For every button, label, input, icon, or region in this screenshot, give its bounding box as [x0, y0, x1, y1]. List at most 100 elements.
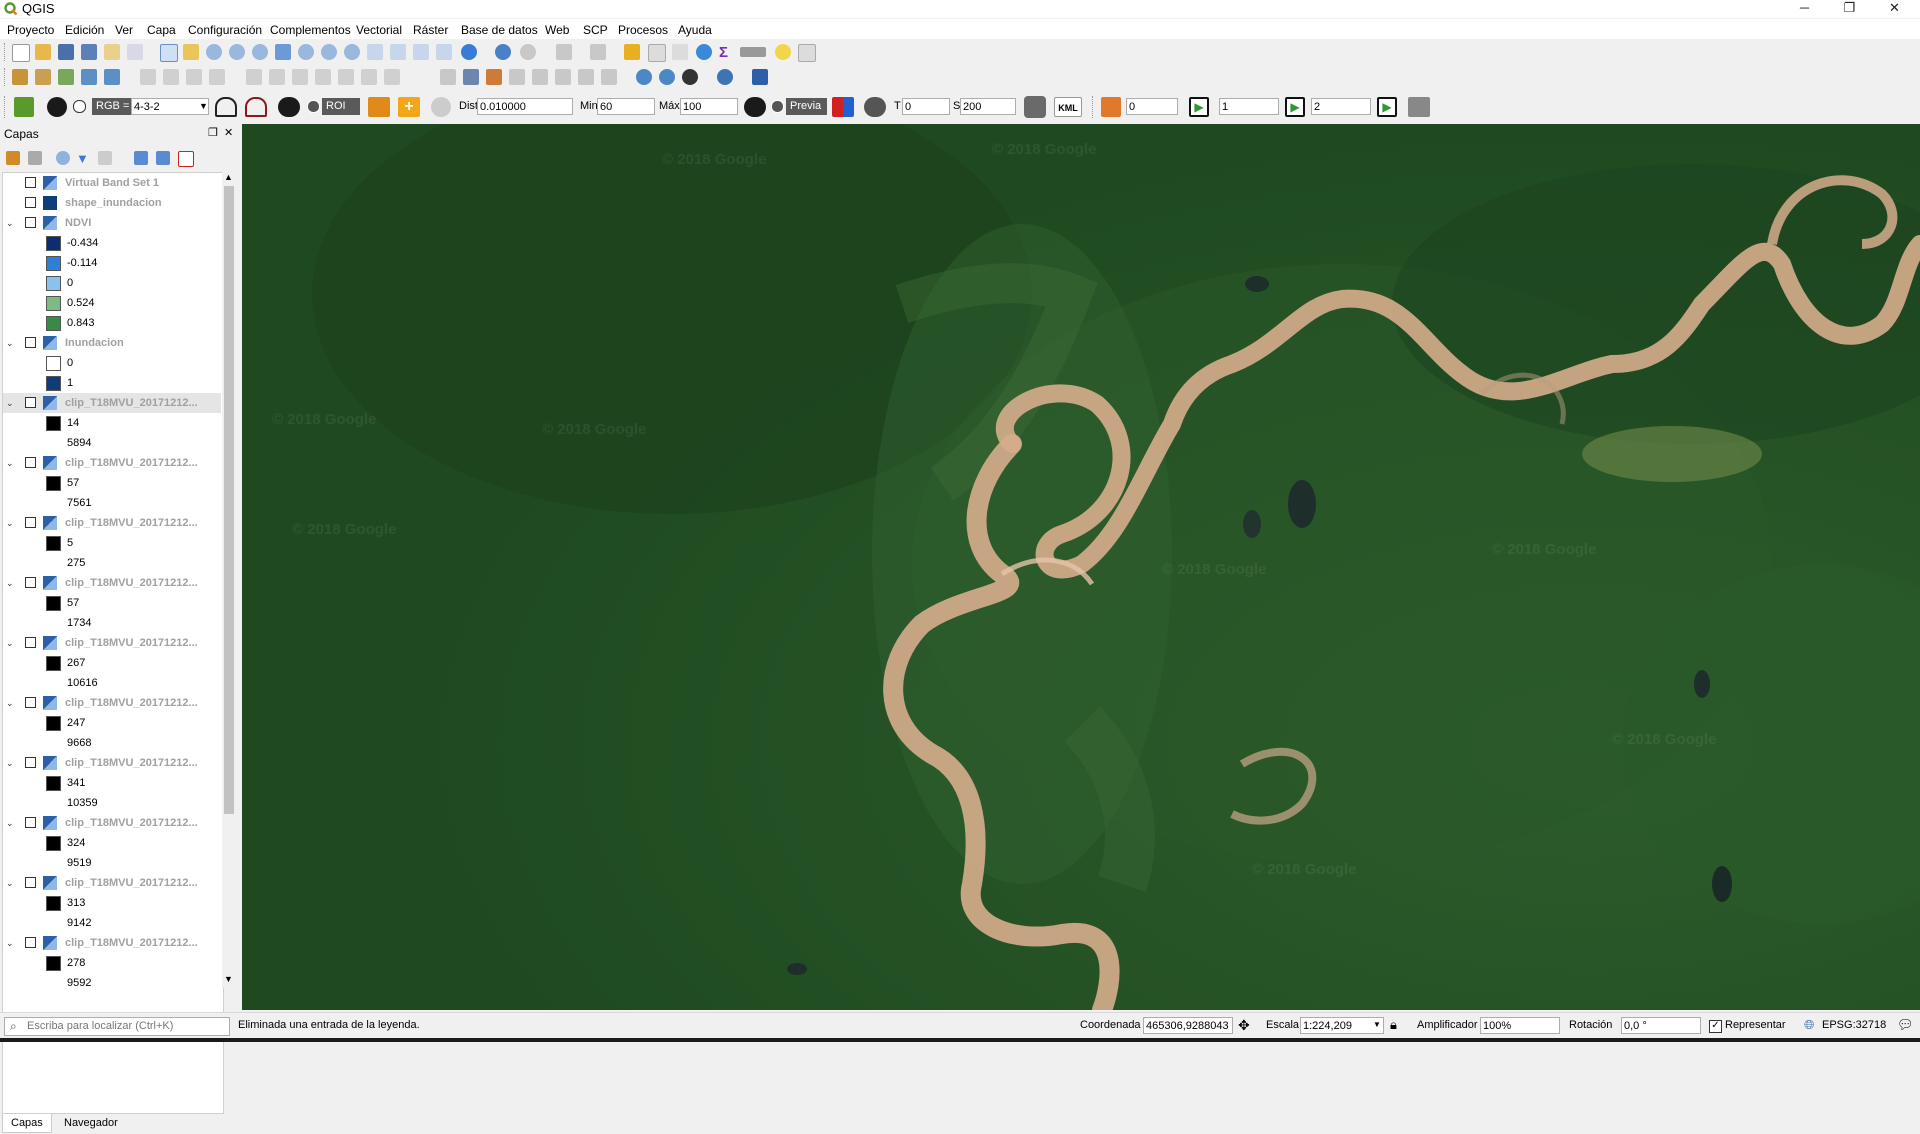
scrollbar-thumb[interactable] — [224, 186, 234, 814]
rgb-combo[interactable]: 4-3-2 — [131, 98, 209, 115]
chevron-down-icon[interactable]: ⌄ — [6, 633, 16, 653]
delete-selected-icon[interactable] — [246, 69, 262, 85]
layer-visibility-checkbox[interactable] — [25, 937, 36, 948]
new-project-icon[interactable] — [12, 44, 30, 62]
select-features-icon[interactable] — [556, 44, 572, 60]
undo-icon[interactable] — [361, 69, 377, 85]
move-feature-icon[interactable] — [163, 69, 179, 85]
band-set-icon[interactable] — [1408, 97, 1430, 117]
field-calculator-icon[interactable] — [672, 44, 688, 60]
scp-main-icon[interactable] — [14, 97, 34, 117]
menu-vectorial[interactable]: Vectorial — [356, 23, 402, 37]
layer-item[interactable]: ⌄ clip_T18MVU_20171212... — [3, 873, 221, 893]
minimize-button[interactable]: ─ — [1782, 0, 1827, 18]
tab-capas[interactable]: Capas — [2, 1114, 52, 1133]
actions-icon[interactable] — [520, 44, 536, 60]
layer-item[interactable]: ⌄ NDVI — [3, 213, 221, 233]
add-feature-icon[interactable] — [104, 69, 120, 85]
pin-labels-icon[interactable] — [463, 69, 479, 85]
layer-visibility-checkbox[interactable] — [25, 197, 36, 208]
zoom-rubberband-icon[interactable] — [252, 44, 268, 60]
text-annotation-icon[interactable] — [798, 44, 816, 62]
layer-item[interactable]: ⌄ clip_T18MVU_20171212... — [3, 633, 221, 653]
layer-visibility-checkbox[interactable] — [25, 217, 36, 228]
chevron-down-icon[interactable]: ⌄ — [6, 693, 16, 713]
menu-complementos[interactable]: Complementos — [270, 23, 351, 37]
label-options-icon[interactable] — [601, 69, 617, 85]
zoom-next-icon[interactable] — [390, 44, 406, 60]
play-icon[interactable]: ▶ — [1377, 97, 1397, 117]
lock-icon[interactable]: 🔒︎ — [1390, 1017, 1397, 1033]
chevron-down-icon[interactable]: ⌄ — [6, 453, 16, 473]
chevron-down-icon[interactable]: ⌄ — [6, 873, 16, 893]
digitize-icon[interactable] — [58, 69, 74, 85]
scp-spectral-icon[interactable] — [215, 97, 237, 117]
manage-theme-icon[interactable] — [56, 151, 70, 165]
layer-item[interactable]: ⌄ clip_T18MVU_20171212... — [3, 813, 221, 833]
preview-radio-icon[interactable] — [771, 100, 784, 113]
magnifier-field[interactable]: 100% — [1480, 1017, 1560, 1034]
open-project-icon[interactable] — [35, 44, 51, 60]
chevron-down-icon[interactable]: ⌄ — [6, 213, 16, 233]
menu-ayuda[interactable]: Ayuda — [678, 23, 712, 37]
band-field-0[interactable]: 0 — [1126, 98, 1178, 115]
map-tips-icon[interactable] — [775, 44, 791, 60]
edits-icon[interactable] — [12, 69, 28, 85]
cut-icon[interactable] — [292, 69, 308, 85]
roi-radio-icon[interactable] — [307, 100, 320, 113]
select-by-value-icon[interactable] — [590, 44, 606, 60]
play-icon[interactable]: ▶ — [1189, 97, 1209, 117]
scp-roi-draw-icon[interactable] — [368, 97, 390, 117]
menu-configuracion[interactable]: Configuración — [188, 23, 262, 37]
layer-item[interactable]: shape_inundacion — [3, 193, 221, 213]
toggle-editing-icon[interactable] — [35, 69, 51, 85]
zoom-full-icon[interactable] — [275, 44, 291, 60]
scp-signature-icon[interactable] — [245, 97, 267, 117]
scale-combo[interactable]: 1:224,209 — [1300, 1017, 1384, 1034]
layer-visibility-checkbox[interactable] — [25, 397, 36, 408]
scp-preview-zoom-icon[interactable] — [744, 97, 766, 117]
scp-refresh-icon[interactable] — [864, 97, 886, 117]
chevron-down-icon[interactable]: ⌄ — [6, 753, 16, 773]
float-panel-icon[interactable]: ❐ — [208, 126, 218, 139]
map-canvas[interactable]: © 2018 Google © 2018 Google © 2018 Googl… — [242, 124, 1920, 1010]
close-button[interactable]: ✕ — [1872, 0, 1917, 18]
label-tool-icon[interactable] — [440, 69, 456, 85]
tab-navegador[interactable]: Navegador — [56, 1114, 126, 1132]
remove-layer-icon[interactable] — [178, 151, 194, 167]
zoom-to-selection-icon[interactable] — [298, 44, 314, 60]
diagram-tool-icon[interactable] — [578, 69, 594, 85]
rgb-radio-icon[interactable] — [73, 100, 86, 113]
scp-dock-icon[interactable] — [682, 69, 698, 85]
layer-item[interactable]: ⌄ clip_T18MVU_20171212... — [3, 393, 221, 413]
zoom-in-icon[interactable] — [206, 44, 222, 60]
chevron-down-icon[interactable]: ⌄ — [6, 333, 16, 353]
layout-manager-icon[interactable] — [127, 44, 143, 60]
change-label-icon[interactable] — [555, 69, 571, 85]
python-console-icon[interactable] — [717, 69, 733, 85]
save-as-icon[interactable] — [81, 44, 97, 60]
max-field[interactable]: 100 — [680, 98, 738, 115]
mouse-pointer-icon[interactable]: ✥ — [1238, 1017, 1250, 1034]
deselect-icon[interactable] — [624, 44, 640, 60]
pan-to-selection-icon[interactable] — [183, 44, 199, 60]
t-field[interactable]: 0 — [902, 98, 950, 115]
play-icon[interactable]: ▶ — [1285, 97, 1305, 117]
maximize-button[interactable]: ❐ — [1827, 0, 1872, 18]
redo-icon[interactable] — [384, 69, 400, 85]
open-styling-icon[interactable] — [6, 151, 20, 165]
refresh-icon[interactable] — [461, 44, 477, 60]
band-field-2[interactable]: 2 — [1311, 98, 1371, 115]
menu-raster[interactable]: Ráster — [413, 23, 448, 37]
filter-expression-icon[interactable] — [98, 151, 112, 165]
layer-item[interactable]: ⌄ clip_T18MVU_20171212... — [3, 453, 221, 473]
paste-icon[interactable] — [338, 69, 354, 85]
menu-ver[interactable]: Ver — [115, 23, 133, 37]
layer-visibility-checkbox[interactable] — [25, 517, 36, 528]
scroll-down-icon[interactable]: ▼ — [224, 974, 233, 984]
dist-field[interactable]: 0.010000 — [477, 98, 573, 115]
chevron-down-icon[interactable]: ⌄ — [6, 573, 16, 593]
scp-classification-icon[interactable] — [832, 97, 854, 117]
bookmark-icon[interactable] — [436, 44, 452, 60]
pan-map-icon[interactable] — [160, 44, 178, 62]
